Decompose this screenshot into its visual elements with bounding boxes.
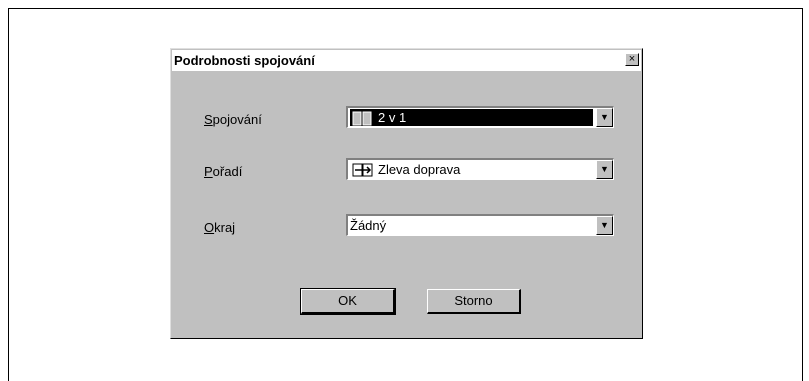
close-button[interactable]: × bbox=[625, 53, 639, 66]
order-select[interactable]: Zleva doprava ▼ bbox=[346, 158, 614, 180]
combine-value-box: 2 v 1 bbox=[350, 109, 593, 126]
order-dropdown-button[interactable]: ▼ bbox=[596, 160, 613, 179]
chevron-down-icon: ▼ bbox=[600, 164, 609, 174]
combine-label: Spojování bbox=[204, 112, 262, 127]
border-value-box: Žádný bbox=[350, 217, 593, 234]
combine-details-dialog: Podrobnosti spojování × Spojování 2 v 1 … bbox=[170, 48, 643, 339]
border-label: Okraj bbox=[204, 220, 236, 235]
combine-select[interactable]: 2 v 1 ▼ bbox=[346, 106, 614, 128]
left-to-right-icon bbox=[352, 163, 373, 177]
border-select[interactable]: Žádný ▼ bbox=[346, 214, 614, 236]
border-dropdown-button[interactable]: ▼ bbox=[596, 216, 613, 235]
border-value: Žádný bbox=[350, 218, 387, 233]
two-pages-icon bbox=[352, 111, 372, 126]
dialog-title: Podrobnosti spojování bbox=[174, 53, 315, 68]
chevron-down-icon: ▼ bbox=[600, 220, 609, 230]
combine-value: 2 v 1 bbox=[378, 110, 407, 125]
order-label: Pořadí bbox=[204, 164, 243, 179]
close-icon: × bbox=[628, 53, 636, 65]
order-value-box: Zleva doprava bbox=[350, 161, 593, 178]
cancel-button[interactable]: Storno bbox=[427, 289, 521, 314]
order-value: Zleva doprava bbox=[378, 162, 461, 177]
chevron-down-icon: ▼ bbox=[600, 112, 609, 122]
ok-button[interactable]: OK bbox=[300, 288, 396, 315]
combine-dropdown-button[interactable]: ▼ bbox=[596, 108, 613, 127]
title-bar: Podrobnosti spojování × bbox=[172, 50, 641, 71]
